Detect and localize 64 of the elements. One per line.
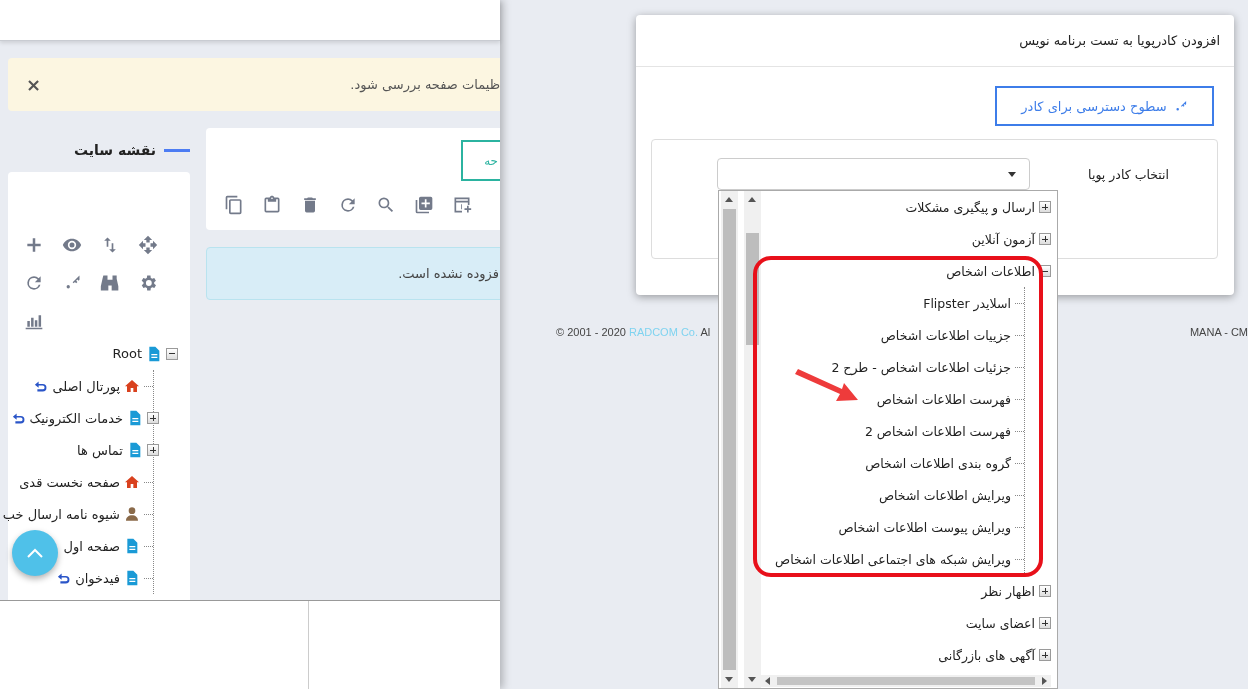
sitemap-title: نقشه سایت xyxy=(73,142,156,158)
dropdown-option[interactable]: گروه بندی اطلاعات اشخاص xyxy=(865,455,1011,471)
field-label: انتخاب کادر پویا xyxy=(1087,166,1169,182)
dropdown-option[interactable]: جزییات اطلاعات اشخاص xyxy=(880,327,1011,343)
dropdown-option[interactable]: جزئیات اطلاعات اشخاص - طرح 2 xyxy=(831,359,1011,375)
tree-item[interactable]: صفحه اول xyxy=(63,538,120,554)
dropdown-option[interactable]: اعضای سایت xyxy=(965,615,1035,631)
tree-item[interactable]: Root xyxy=(112,346,142,361)
dropdown-option[interactable]: ویرایش اطلاعات اشخاص xyxy=(878,487,1011,503)
plus-icon[interactable] xyxy=(24,235,44,255)
home-icon xyxy=(124,474,140,490)
document-icon xyxy=(146,345,162,362)
tree-toggle[interactable] xyxy=(1039,617,1051,629)
dropdown-option[interactable]: اطلاعات اشخاص xyxy=(946,263,1035,279)
alert-message: ظیمات صفحه بررسی شود. xyxy=(350,77,500,92)
refresh-icon[interactable] xyxy=(24,273,44,293)
tree-item[interactable]: شیوه نامه ارسال خب xyxy=(2,506,120,522)
dropdown-option[interactable]: فهرست اطلاعات اشخاص 2 xyxy=(864,423,1011,439)
refresh-icon[interactable] xyxy=(338,195,358,215)
dropdown-option[interactable]: فهرست اطلاعات اشخاص xyxy=(876,391,1011,407)
caret-icon xyxy=(1008,171,1016,177)
access-levels-button[interactable]: سطوح دسترسی برای کادر xyxy=(995,86,1214,126)
dropdown-option[interactable]: ارسال و پیگیری مشکلات xyxy=(905,199,1035,215)
product-name: MANA - CM xyxy=(1189,326,1248,338)
chevron-up-icon xyxy=(27,548,43,558)
copy-icon[interactable] xyxy=(224,195,244,215)
dropdown-option[interactable]: آگهی های بازرگانی xyxy=(938,647,1035,663)
title-accent xyxy=(164,148,190,152)
dropdown-option[interactable]: اسلایدر Flipster xyxy=(923,295,1011,311)
tree-toggle[interactable] xyxy=(166,347,178,360)
tree-item[interactable]: صفحه نخست قدی xyxy=(19,474,120,490)
add-copy-icon[interactable] xyxy=(414,195,434,215)
document-icon xyxy=(124,538,140,554)
copyright-text: © 2001 - 2020 RADCOM Co. Al xyxy=(556,326,711,338)
dropdown-option[interactable]: ویرایش شبکه های اجتماعی اطلاعات اشخاص xyxy=(775,551,1011,567)
horizontal-scrollbar[interactable] xyxy=(761,675,1051,687)
home-icon xyxy=(124,378,140,394)
tree-item[interactable]: تماس ها xyxy=(77,442,123,458)
tree-item[interactable]: فیدخوان xyxy=(75,570,120,586)
tree-item[interactable]: پورتال اصلی xyxy=(52,378,120,394)
person-icon xyxy=(124,506,140,522)
document-icon xyxy=(124,570,140,586)
search-icon[interactable] xyxy=(376,195,396,215)
tree-toggle[interactable] xyxy=(147,412,159,424)
dropdown-option[interactable]: اظهار نظر xyxy=(981,583,1035,599)
dropdown-field[interactable] xyxy=(717,158,1030,190)
binoculars-icon[interactable] xyxy=(100,273,120,293)
tree-item[interactable]: خدمات الکترونیک xyxy=(29,410,123,426)
tree-toggle[interactable] xyxy=(147,444,159,456)
move-icon[interactable] xyxy=(138,235,158,255)
dropdown-option[interactable]: ویرایش پیوست اطلاعات اشخاص xyxy=(838,519,1011,535)
clipboard-icon[interactable] xyxy=(262,195,282,215)
tree-toggle[interactable] xyxy=(1039,585,1051,597)
vertical-scrollbar[interactable] xyxy=(721,191,738,688)
document-icon xyxy=(127,410,143,426)
table-add-icon[interactable] xyxy=(452,195,472,215)
close-button[interactable]: × xyxy=(22,75,46,94)
dialog-title: افزودن کادرپویا به تست برنامه نویس xyxy=(1019,33,1220,48)
info-message: فزوده نشده است. xyxy=(398,266,499,281)
dropdown-option[interactable]: آزمون آنلاین xyxy=(971,231,1035,247)
document-icon xyxy=(127,442,143,458)
tree-toggle[interactable] xyxy=(1039,649,1051,661)
tree-toggle[interactable] xyxy=(1039,201,1051,213)
tree-toggle[interactable] xyxy=(1039,233,1051,245)
